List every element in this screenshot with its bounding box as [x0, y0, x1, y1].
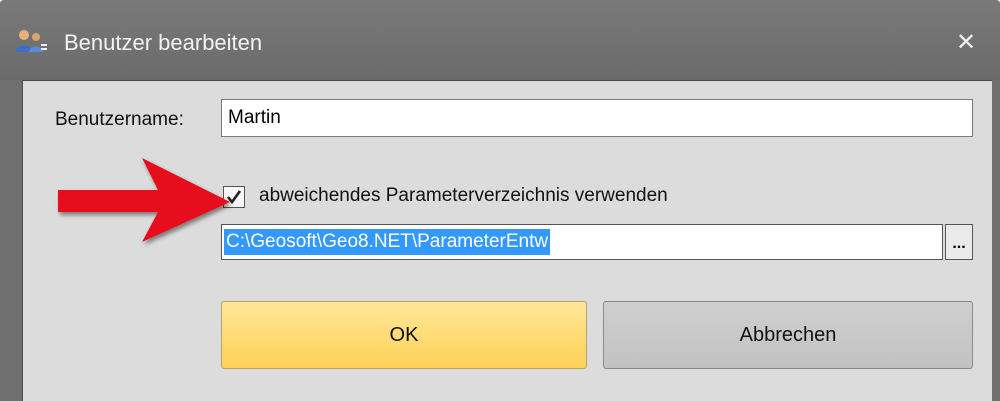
parameter-path-text: C:\Geosoft\Geo8.NET\ParameterEntw [224, 229, 551, 255]
users-icon [16, 30, 47, 52]
window-title: Benutzer bearbeiten [64, 30, 263, 55]
ok-button[interactable]: OK [221, 301, 587, 369]
username-input[interactable] [221, 99, 973, 137]
alt-parameter-dir-label[interactable]: abweichendes Parameterverzeichnis verwen… [259, 185, 668, 207]
browse-button[interactable]: ... [945, 224, 973, 260]
parameter-path-input[interactable]: C:\Geosoft\Geo8.NET\ParameterEntw [221, 224, 943, 260]
username-label: Benutzername: [55, 109, 184, 130]
red-arrow-icon [58, 158, 230, 242]
close-button[interactable]: ✕ [948, 26, 984, 58]
title-bar[interactable]: Benutzer bearbeiten ✕ [0, 0, 1000, 80]
cancel-button[interactable]: Abbrechen [603, 301, 973, 369]
close-icon: ✕ [955, 28, 977, 56]
dialog-window: Benutzer bearbeiten ✕ Benutzername: abwe… [0, 0, 1000, 401]
